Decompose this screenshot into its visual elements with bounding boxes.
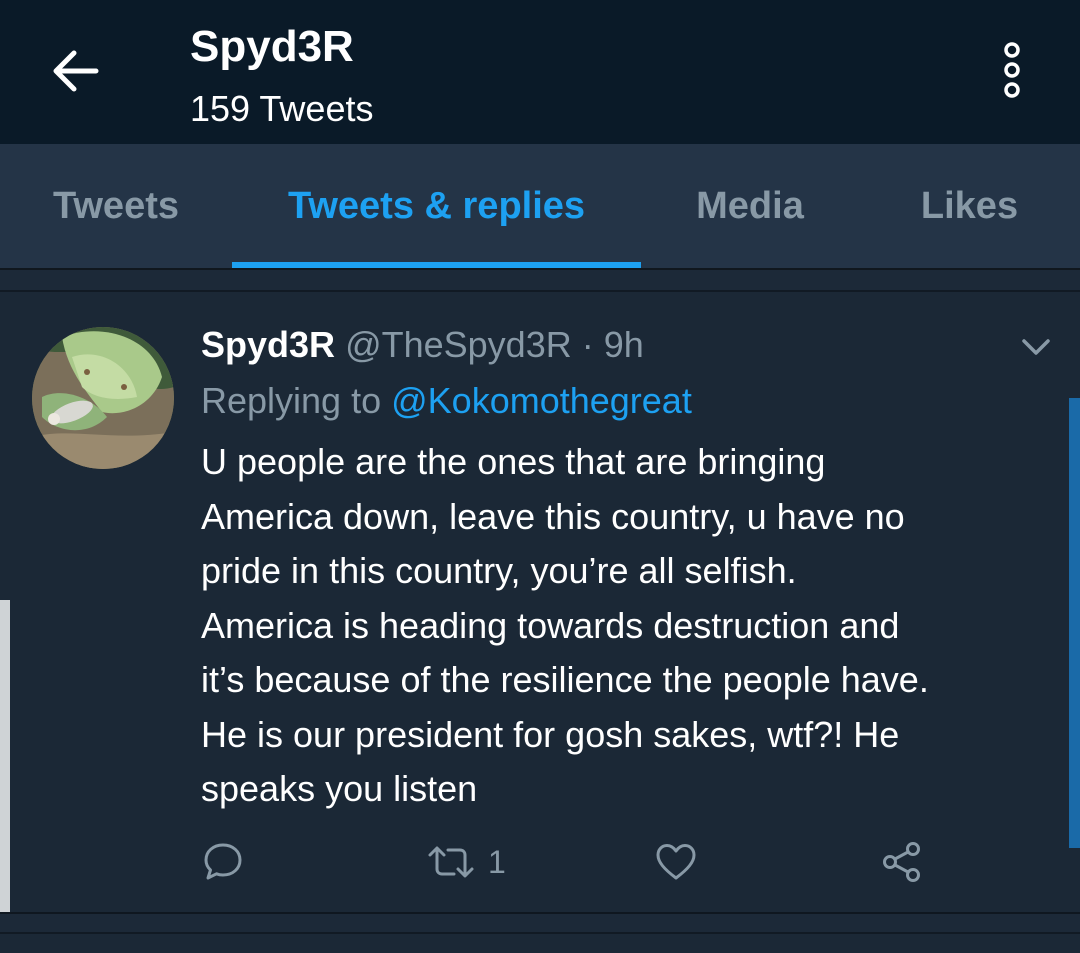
replying-to-label: Replying to bbox=[201, 380, 382, 421]
display-name[interactable]: Spyd3R bbox=[201, 324, 335, 365]
tweet-text-line: America down, leave this country, u have… bbox=[201, 495, 905, 537]
profile-title: Spyd3R bbox=[190, 22, 354, 71]
vertical-dots-icon bbox=[1004, 42, 1020, 98]
like-button[interactable] bbox=[654, 832, 698, 892]
tweet-text: U people are the ones that are bringing … bbox=[201, 435, 1051, 817]
tweet-text-line: America is heading towards destruction a… bbox=[201, 604, 900, 646]
avatar[interactable] bbox=[32, 327, 174, 469]
retweet-icon bbox=[428, 846, 474, 878]
next-tweet-card[interactable] bbox=[0, 934, 1080, 953]
user-handle[interactable]: @TheSpyd3R bbox=[345, 324, 572, 365]
back-button[interactable] bbox=[40, 40, 110, 102]
tweet-header: Spyd3R @TheSpyd3R · 9h bbox=[201, 324, 644, 366]
moth-avatar-image bbox=[32, 327, 174, 469]
comment-icon bbox=[204, 843, 242, 880]
tweet-text-line: speaks you listen bbox=[201, 768, 478, 809]
edge-overlay bbox=[0, 600, 10, 953]
tweet-actions: 1 bbox=[0, 832, 1080, 892]
more-options-button[interactable] bbox=[988, 40, 1036, 100]
profile-tab-bar: Tweets Tweets & replies Media Likes bbox=[0, 144, 1080, 268]
tweet-card[interactable]: Spyd3R @TheSpyd3R · 9h Replying to @Koko… bbox=[0, 292, 1080, 912]
timestamp[interactable]: 9h bbox=[604, 324, 644, 365]
retweet-count: 1 bbox=[488, 843, 506, 880]
tab-tweets[interactable]: Tweets bbox=[0, 144, 232, 268]
tab-media[interactable]: Media bbox=[641, 144, 859, 268]
tweet-count: 159 Tweets bbox=[190, 88, 374, 129]
section-gap bbox=[0, 270, 1080, 290]
retweet-button[interactable]: 1 bbox=[424, 832, 506, 892]
tweet-menu-button[interactable] bbox=[1016, 332, 1056, 362]
arrow-left-icon bbox=[53, 50, 99, 92]
replying-to-mention[interactable]: @Kokomothegreat bbox=[391, 380, 692, 421]
tweet-text-line: U people are the ones that are bringing bbox=[201, 441, 826, 482]
tweet-text-line: He is our president for gosh sakes, wtf?… bbox=[201, 713, 900, 755]
chevron-down-icon bbox=[1022, 339, 1050, 355]
share-button[interactable] bbox=[880, 832, 924, 892]
reply-button[interactable] bbox=[202, 832, 244, 892]
separator-dot: · bbox=[581, 324, 594, 365]
top-app-bar: Spyd3R 159 Tweets bbox=[0, 0, 1080, 144]
replying-to-line: Replying to @Kokomothegreat bbox=[201, 380, 692, 422]
section-gap bbox=[0, 914, 1080, 932]
scroll-indicator bbox=[1069, 398, 1080, 848]
tab-likes[interactable]: Likes bbox=[859, 144, 1080, 268]
heart-icon bbox=[656, 844, 696, 880]
tab-tweets-and-replies[interactable]: Tweets & replies bbox=[232, 144, 641, 268]
share-icon bbox=[883, 842, 920, 882]
tweet-text-line: pride in this country, you’re all selfis… bbox=[201, 550, 797, 591]
tweet-text-line: it’s because of the resilience the peopl… bbox=[201, 659, 929, 700]
